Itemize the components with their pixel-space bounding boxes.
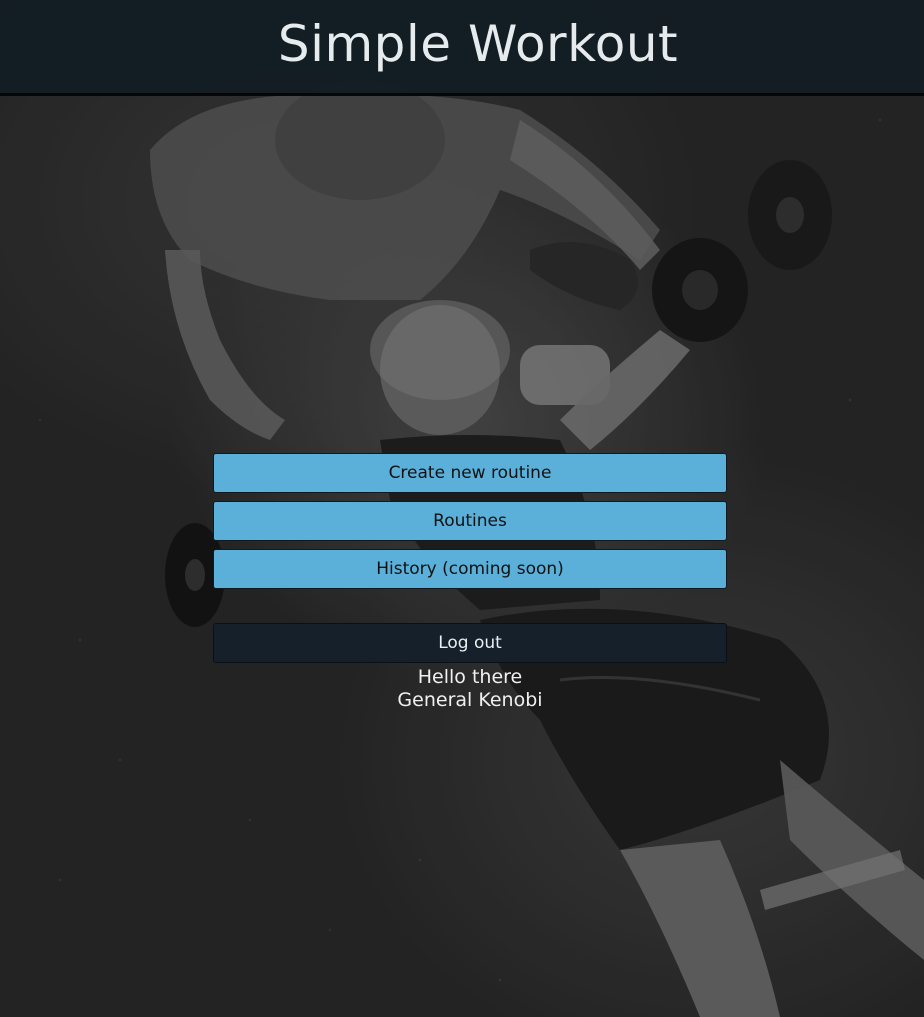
- logout-button[interactable]: Log out: [213, 623, 727, 663]
- greeting-message: Hello there General Kenobi: [213, 666, 727, 712]
- history-button[interactable]: History (coming soon): [213, 549, 727, 589]
- create-routine-button[interactable]: Create new routine: [213, 453, 727, 493]
- main-menu: Create new routine Routines History (com…: [213, 453, 727, 671]
- app-header: Simple Workout: [0, 0, 924, 96]
- routines-button[interactable]: Routines: [213, 501, 727, 541]
- app-title: Simple Workout: [277, 14, 679, 73]
- greeting-line-2: General Kenobi: [397, 689, 543, 711]
- greeting-line-1: Hello there: [417, 666, 523, 688]
